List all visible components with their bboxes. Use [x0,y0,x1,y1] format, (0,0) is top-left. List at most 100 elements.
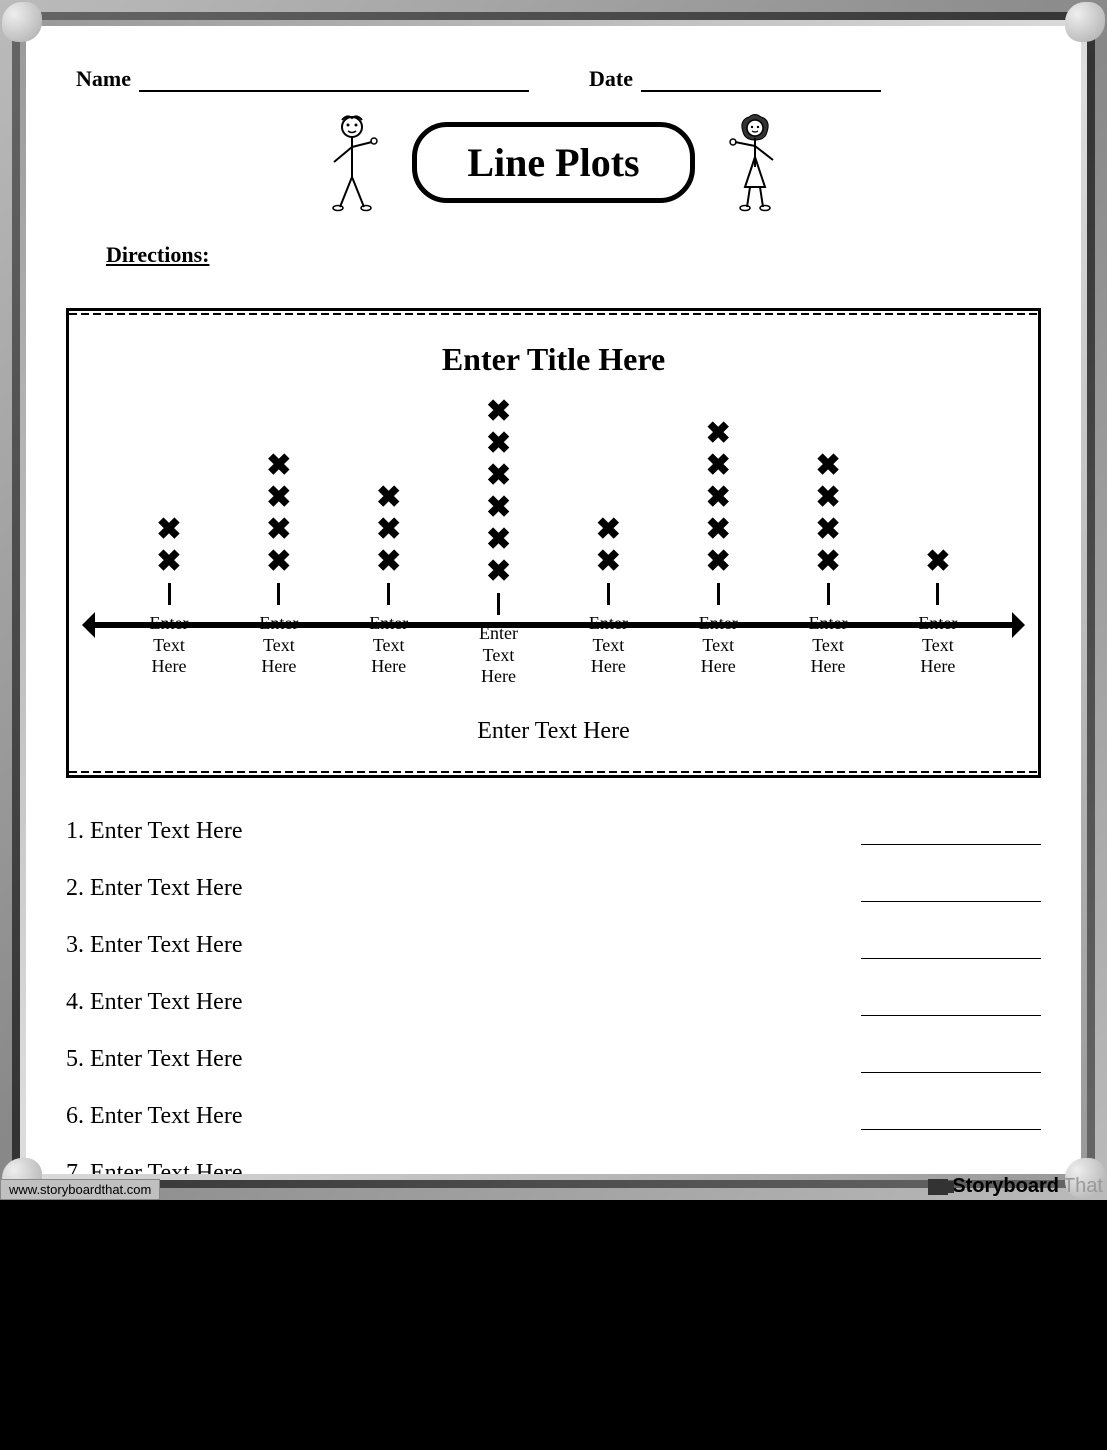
x-mark-stack: ✖✖✖✖ [815,397,840,577]
x-axis [89,622,1018,628]
date-input-line[interactable] [641,70,881,92]
brand-logo: StoryboardThat [928,1175,1103,1198]
plot-column: ✖✖✖✖EnterTextHere [239,397,319,688]
plot-column: ✖✖✖✖✖✖EnterTextHere [459,397,539,688]
plot-column: ✖✖EnterTextHere [129,397,209,688]
x-mark-stack: ✖✖✖✖✖✖ [486,397,511,587]
date-field: Date [589,66,881,92]
x-mark-icon: ✖ [596,547,621,577]
name-input-line[interactable] [139,70,529,92]
name-label: Name [76,66,131,92]
x-mark-icon: ✖ [815,547,840,577]
page-frame: Name Date [0,0,1107,1200]
question-row: 4. Enter Text Here [66,989,1041,1016]
answer-line[interactable] [861,882,1041,902]
title-row: Line Plots [56,112,1051,212]
x-mark-icon: ✖ [706,451,731,481]
name-field: Name [76,66,529,92]
x-mark-stack: ✖✖✖ [376,397,401,577]
x-mark-icon: ✖ [486,525,511,555]
x-mark-icon: ✖ [486,461,511,491]
question-row: 6. Enter Text Here [66,1103,1041,1130]
x-mark-icon: ✖ [815,483,840,513]
directions-label: Directions: [106,242,1051,268]
corner-ornament [1065,2,1105,42]
question-row: 5. Enter Text Here [66,1046,1041,1073]
plot-column: ✖✖✖✖EnterTextHere [788,397,868,688]
x-mark-icon: ✖ [486,429,511,459]
question-row: 1. Enter Text Here [66,818,1041,845]
answer-line[interactable] [861,1167,1041,1174]
tick-mark [277,583,280,605]
x-mark-icon: ✖ [706,419,731,449]
x-mark-icon: ✖ [376,547,401,577]
corner-ornament [2,2,42,42]
x-mark-icon: ✖ [815,515,840,545]
tick-mark [607,583,610,605]
x-mark-icon: ✖ [486,493,511,523]
x-mark-stack: ✖✖✖✖✖ [706,397,731,577]
x-mark-icon: ✖ [706,483,731,513]
plot-column: ✖✖EnterTextHere [568,397,648,688]
questions-list: 1. Enter Text Here 2. Enter Text Here 3. E… [56,818,1051,1174]
plot-column: ✖✖✖✖✖EnterTextHere [678,397,758,688]
tick-mark [497,593,500,615]
tick-mark [387,583,390,605]
question-text[interactable]: 5. Enter Text Here [66,1046,242,1073]
x-mark-icon: ✖ [706,547,731,577]
question-text[interactable]: 4. Enter Text Here [66,989,242,1016]
plot-title[interactable]: Enter Title Here [89,341,1018,378]
x-mark-icon: ✖ [486,557,511,587]
question-text[interactable]: 1. Enter Text Here [66,818,242,845]
tick-mark [168,583,171,605]
question-text[interactable]: 7. Enter Text Here [66,1160,242,1174]
question-row: 3. Enter Text Here [66,932,1041,959]
tick-label[interactable]: EnterTextHere [479,623,518,688]
x-axis-label[interactable]: Enter Text Here [89,718,1018,745]
x-mark-stack: ✖ [925,397,950,577]
plot-column: ✖✖✖EnterTextHere [349,397,429,688]
header-fields: Name Date [56,66,1051,92]
x-mark-icon: ✖ [486,397,511,427]
x-mark-icon: ✖ [156,515,181,545]
x-mark-icon: ✖ [156,547,181,577]
x-mark-icon: ✖ [596,515,621,545]
plot-area: ✖✖EnterTextHere✖✖✖✖EnterTextHere✖✖✖Enter… [89,428,1018,688]
x-mark-stack: ✖✖✖✖ [266,397,291,577]
answer-line[interactable] [861,996,1041,1016]
tick-mark [827,583,830,605]
question-text[interactable]: 6. Enter Text Here [66,1103,242,1130]
x-mark-icon: ✖ [376,483,401,513]
answer-line[interactable] [861,1053,1041,1073]
question-text[interactable]: 2. Enter Text Here [66,875,242,902]
tick-mark [717,583,720,605]
x-mark-icon: ✖ [815,451,840,481]
tick-mark [936,583,939,605]
x-mark-icon: ✖ [266,547,291,577]
brand-text-2: That [1063,1175,1103,1198]
question-text[interactable]: 3. Enter Text Here [66,932,242,959]
x-mark-icon: ✖ [266,451,291,481]
boy-figure-icon [322,112,382,212]
plot-column: ✖EnterTextHere [898,397,978,688]
source-url: www.storyboardthat.com [0,1179,160,1200]
x-mark-stack: ✖✖ [156,397,181,577]
x-mark-icon: ✖ [266,515,291,545]
storyboard-icon [928,1179,948,1195]
girl-figure-icon [725,112,785,212]
brand-text-1: Storyboard [952,1175,1059,1198]
x-mark-icon: ✖ [266,483,291,513]
date-label: Date [589,66,633,92]
worksheet-page: Name Date [26,26,1081,1174]
x-mark-icon: ✖ [376,515,401,545]
x-mark-stack: ✖✖ [596,397,621,577]
question-row: 7. Enter Text Here [66,1160,1041,1174]
answer-line[interactable] [861,939,1041,959]
x-mark-icon: ✖ [706,515,731,545]
line-plot-container: Enter Title Here ✖✖EnterTextHere✖✖✖✖Ente… [66,308,1041,778]
answer-line[interactable] [861,825,1041,845]
page-title: Line Plots [412,122,694,203]
answer-line[interactable] [861,1110,1041,1130]
question-row: 2. Enter Text Here [66,875,1041,902]
x-mark-icon: ✖ [925,547,950,577]
